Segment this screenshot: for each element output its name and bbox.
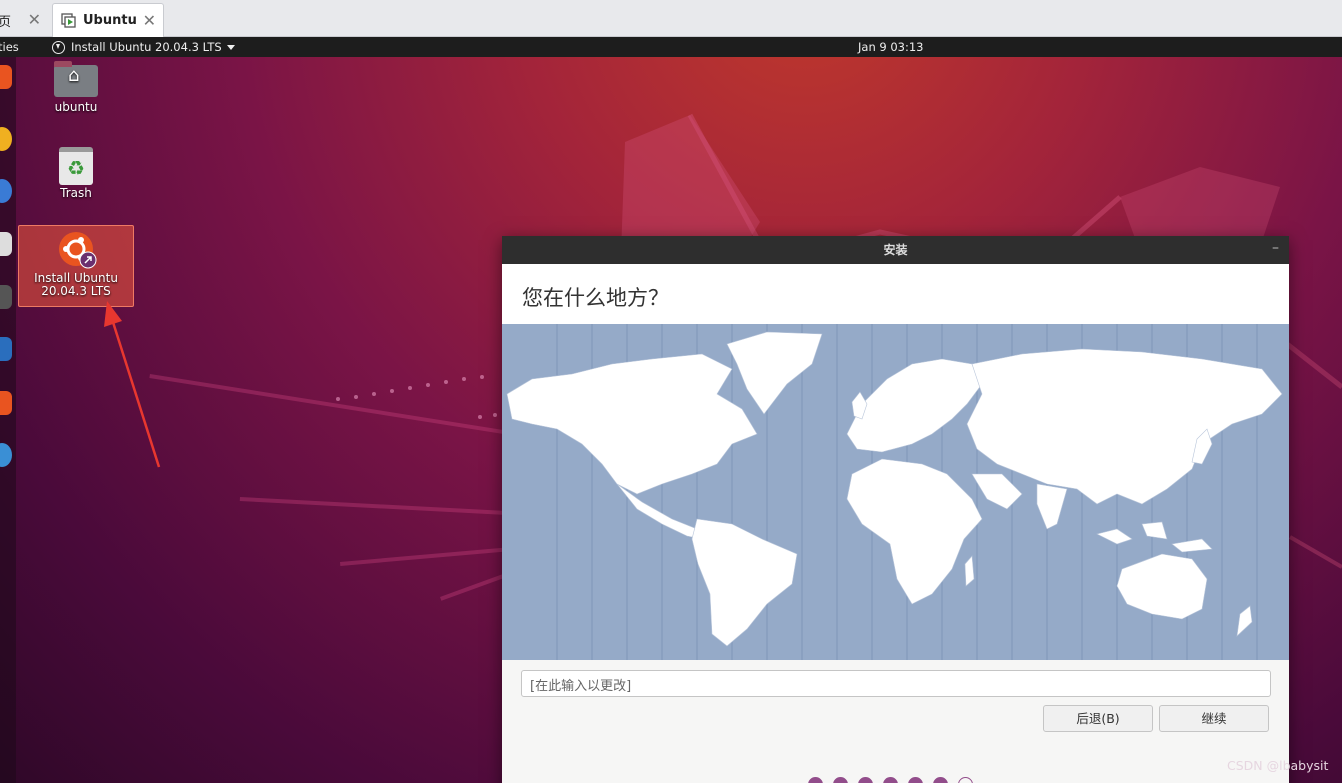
- progress-dot-current: [958, 777, 973, 783]
- installer-title: 安装: [883, 243, 908, 257]
- activities-button[interactable]: ties: [0, 40, 19, 54]
- app-menu-label: Install Ubuntu 20.04.3 LTS: [71, 40, 222, 54]
- back-button[interactable]: 后退(B): [1043, 705, 1153, 732]
- annotation-arrow: [104, 301, 161, 468]
- top-panel: ties Install Ubuntu 20.04.3 LTS Jan 9 03…: [0, 37, 1342, 57]
- progress-dot: [933, 777, 948, 783]
- app-menu[interactable]: Install Ubuntu 20.04.3 LTS: [52, 40, 235, 54]
- wallpaper-dots: [336, 375, 497, 419]
- clock[interactable]: Jan 9 03:13: [858, 40, 924, 54]
- host-tab-ubuntu[interactable]: Ubuntu ✕: [52, 3, 164, 37]
- installer-titlebar[interactable]: 安装 –: [502, 236, 1289, 264]
- timezone-field[interactable]: [在此输入以更改]: [521, 670, 1271, 697]
- host-tab-bar: 页 ✕ Ubuntu ✕: [0, 0, 1342, 37]
- vm-icon: [61, 12, 77, 29]
- minimize-button[interactable]: –: [1272, 234, 1279, 262]
- timezone-map[interactable]: [502, 324, 1289, 660]
- progress-dot: [833, 777, 848, 783]
- host-tab-label: 页: [0, 14, 12, 30]
- host-tab-home[interactable]: 页 ✕: [0, 3, 48, 37]
- host-tab-label: Ubuntu: [83, 13, 137, 28]
- close-icon[interactable]: ✕: [28, 10, 41, 29]
- installer-window: 安装 – 您在什么地方？ [在此输入以更改] 后退(B) 继续: [502, 236, 1289, 783]
- download-icon: [52, 40, 65, 54]
- continue-button[interactable]: 继续: [1159, 705, 1269, 732]
- chevron-down-icon: [226, 44, 235, 50]
- progress-dot: [858, 777, 873, 783]
- progress-dot: [883, 777, 898, 783]
- close-icon[interactable]: ✕: [143, 11, 156, 30]
- progress-dot: [908, 777, 923, 783]
- page-title: 您在什么地方？: [502, 264, 1289, 324]
- progress-dot: [808, 777, 823, 783]
- watermark: CSDN @lbabysit: [1227, 758, 1329, 773]
- progress-dots: [808, 777, 973, 783]
